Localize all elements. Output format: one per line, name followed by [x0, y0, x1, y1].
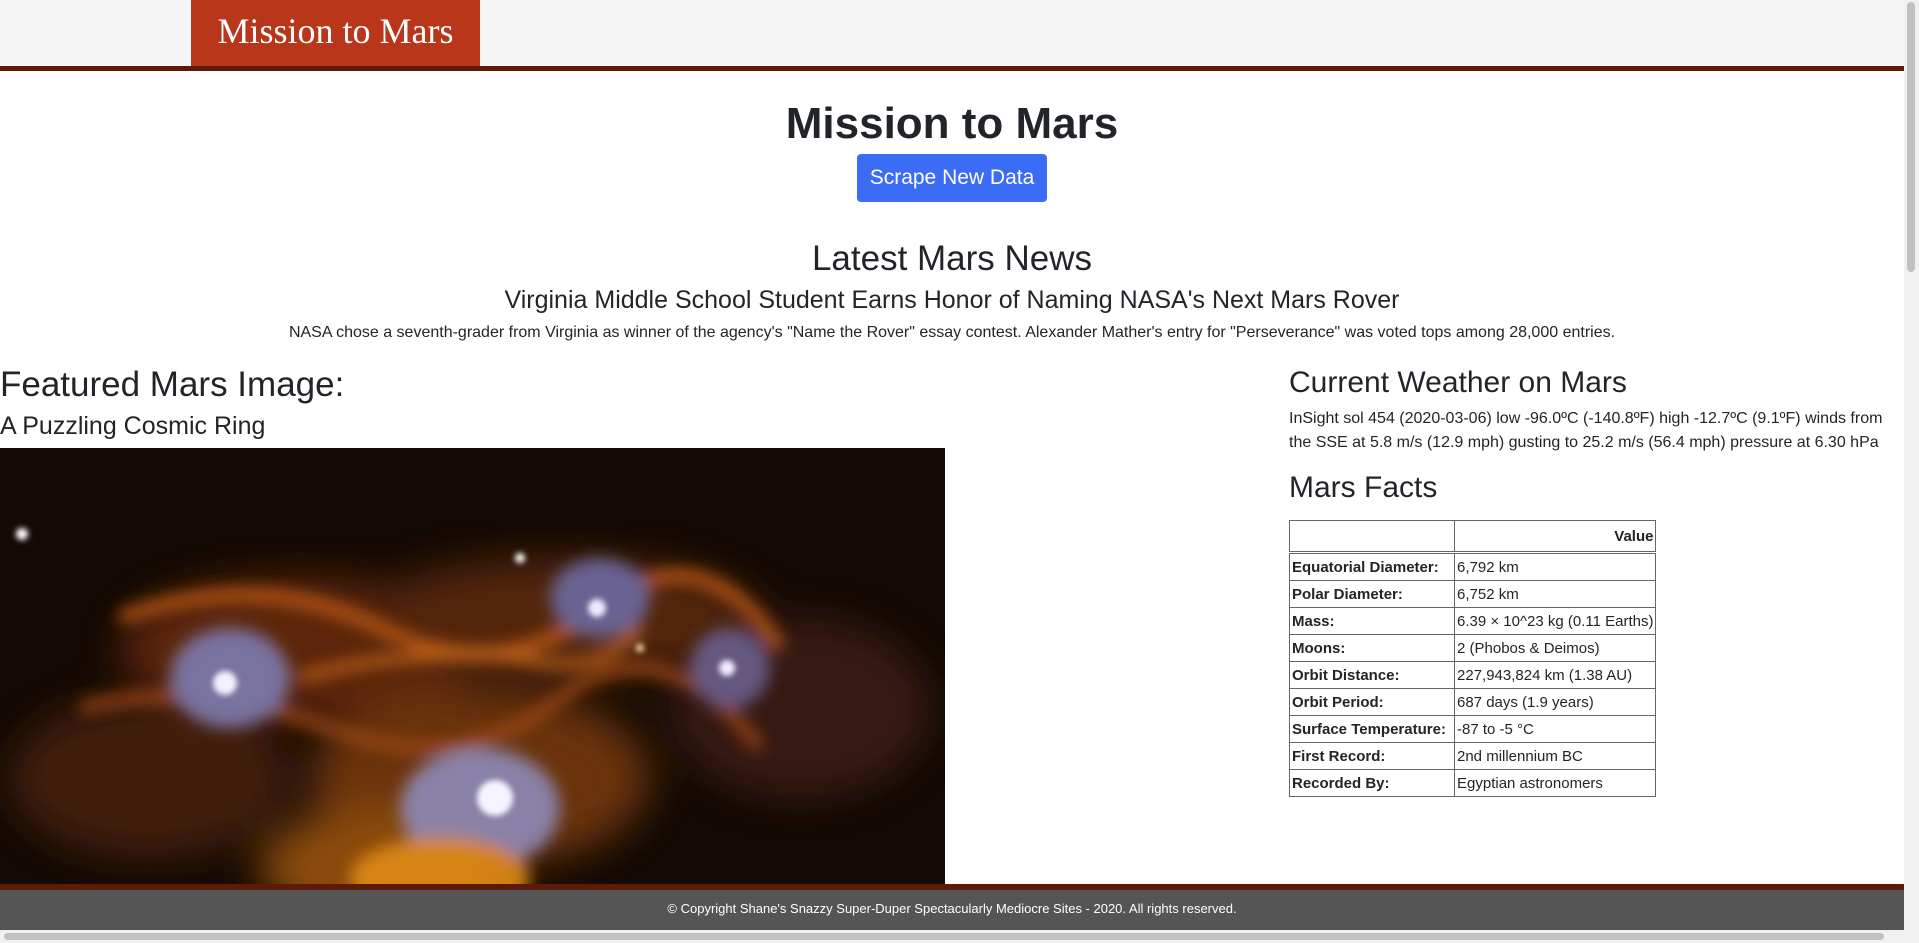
news-title: Virginia Middle School Student Earns Hon… [504, 286, 1400, 314]
fact-value: 227,943,824 km (1.38 AU) [1453, 661, 1657, 689]
fact-label: Moons: [1289, 634, 1455, 662]
table-row: Orbit Distance: 227,943,824 km (1.38 AU) [1289, 661, 1657, 689]
fact-value: 6,792 km [1453, 552, 1657, 581]
navbar: Mission to Mars [0, 0, 1904, 71]
horizontal-scrollbar-thumb[interactable] [4, 933, 1884, 940]
fact-label: First Record: [1289, 742, 1455, 770]
table-header-empty [1289, 520, 1455, 554]
table-row: Orbit Period: 687 days (1.9 years) [1289, 688, 1657, 716]
fact-label: Recorded By: [1289, 769, 1455, 797]
table-row: Recorded By: Egyptian astronomers [1289, 769, 1657, 797]
fact-label: Orbit Distance: [1289, 661, 1455, 689]
footer: © Copyright Shane's Snazzy Super-Duper S… [0, 884, 1904, 930]
fact-label: Surface Temperature: [1289, 715, 1455, 743]
featured-image-title: A Puzzling Cosmic Ring [0, 412, 266, 440]
table-row: Moons: 2 (Phobos & Deimos) [1289, 634, 1657, 662]
table-row: Surface Temperature: -87 to -5 °C [1289, 715, 1657, 743]
weather-text: InSight sol 454 (2020-03-06) low -96.0ºC… [1289, 410, 1883, 451]
table-row: Mass: 6.39 × 10^23 kg (0.11 Earths) [1289, 607, 1657, 635]
mars-facts-table: Value Equatorial Diameter: 6,792 km Polar… [1289, 520, 1657, 797]
facts-heading: Mars Facts [1289, 471, 1438, 504]
table-row: Equatorial Diameter: 6,792 km [1289, 552, 1657, 581]
fact-label: Orbit Period: [1289, 688, 1455, 716]
fact-value: 2nd millennium BC [1453, 742, 1657, 770]
weather-heading: Current Weather on Mars [1289, 366, 1627, 399]
table-header-value: Value [1453, 520, 1657, 554]
brand-link[interactable]: Mission to Mars [191, 0, 480, 66]
table-row: Polar Diameter: 6,752 km [1289, 580, 1657, 608]
fact-value: 6,752 km [1453, 580, 1657, 608]
featured-image [0, 448, 945, 884]
fact-value: 687 days (1.9 years) [1453, 688, 1657, 716]
fact-value: -87 to -5 °C [1453, 715, 1657, 743]
table-header-row: Value [1289, 520, 1657, 554]
footer-copyright: © Copyright Shane's Snazzy Super-Duper S… [667, 901, 1237, 916]
fact-label: Equatorial Diameter: [1289, 552, 1455, 581]
news-heading: Latest Mars News [811, 239, 1093, 278]
vertical-scrollbar-thumb[interactable] [1907, 2, 1915, 272]
scrape-new-data-button[interactable]: Scrape New Data [857, 154, 1047, 202]
vertical-scrollbar[interactable] [1904, 0, 1919, 943]
page-title: Mission to Mars [785, 99, 1119, 148]
fact-value: Egyptian astronomers [1453, 769, 1657, 797]
table-row: First Record: 2nd millennium BC [1289, 742, 1657, 770]
fact-value: 2 (Phobos & Deimos) [1453, 634, 1657, 662]
fact-label: Mass: [1289, 607, 1455, 635]
horizontal-scrollbar[interactable] [0, 930, 1904, 943]
fact-value: 6.39 × 10^23 kg (0.11 Earths) [1453, 607, 1657, 635]
fact-label: Polar Diameter: [1289, 580, 1455, 608]
featured-image-heading: Featured Mars Image: [0, 365, 345, 404]
news-paragraph: NASA chose a seventh-grader from Virgini… [288, 324, 1616, 341]
